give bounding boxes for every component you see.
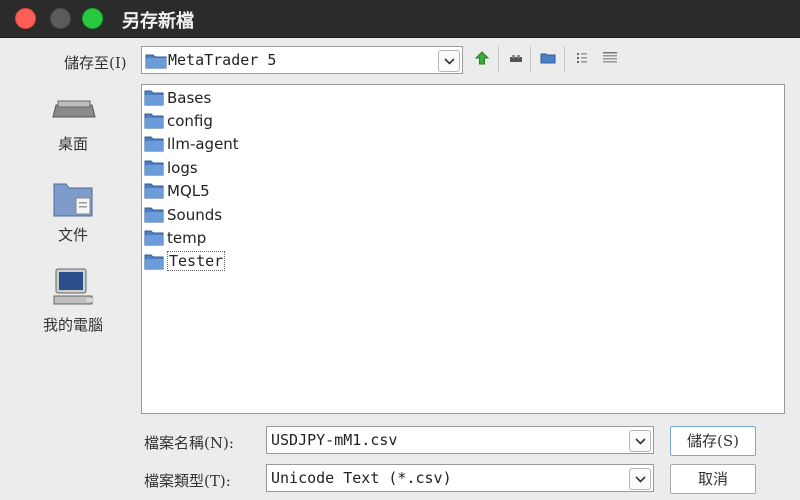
details-view-icon[interactable] [600,48,620,68]
documents-icon [52,180,94,222]
place-label: 我的電腦 [42,316,103,334]
list-view-icon[interactable] [572,48,592,68]
toolbar-separator [498,46,499,72]
file-name: llm-agent [167,135,239,153]
up-folder-icon[interactable] [472,48,492,68]
filename-value: USDJPY-mM1.csv [271,431,398,449]
file-name: logs [167,159,198,177]
close-window-button[interactable] [15,8,36,29]
folder-icon [144,206,164,227]
new-folder-icon[interactable] [538,48,558,68]
filename-dropdown-button[interactable] [629,430,651,452]
file-name: MQL5 [167,182,210,200]
chevron-down-icon [635,476,646,483]
place-computer[interactable]: 我的電腦 [30,268,116,334]
save-in-label: 儲存至(I) [64,54,127,72]
network-icon[interactable] [506,48,526,68]
filetype-label: 檔案類型(T): [144,472,231,490]
zoom-window-button[interactable] [82,8,103,29]
folder-icon [144,229,164,250]
chevron-down-icon [635,438,646,445]
file-name: config [167,112,213,130]
file-name: Tester [167,251,226,271]
filename-combo[interactable]: USDJPY-mM1.csv [266,426,654,454]
toolbar-separator [530,46,531,72]
save-in-value: MetaTrader 5 [168,51,277,69]
folder-icon [144,253,164,274]
save-button[interactable]: 儲存(S) [670,426,756,456]
cancel-button[interactable]: 取消 [670,464,756,494]
filetype-value: Unicode Text (*.csv) [271,469,452,487]
file-name: Sounds [167,206,223,224]
place-label: 桌面 [57,135,88,153]
window-title: 另存新檔 [122,11,194,32]
desktop-icon [52,95,96,127]
toolbar-separator [564,46,565,72]
file-list[interactable]: Bases config llm-agent logs MQL5 Sounds … [141,84,785,414]
file-name: Bases [167,89,212,107]
save-in-dropdown-button[interactable] [438,50,460,72]
minimize-window-button[interactable] [50,8,71,29]
filetype-combo[interactable]: Unicode Text (*.csv) [266,464,654,492]
folder-icon [145,52,167,73]
folder-icon [144,112,164,133]
place-documents[interactable]: 文件 [30,180,116,244]
place-label: 文件 [57,226,88,244]
folder-icon [144,182,164,203]
filetype-dropdown-button[interactable] [629,468,651,490]
folder-icon [144,135,164,156]
file-name: temp [167,229,207,247]
folder-icon [144,89,164,110]
filename-label: 檔案名稱(N): [144,434,234,452]
title-bar: 另存新檔 [0,0,800,38]
folder-icon [144,159,164,180]
computer-icon [52,268,96,314]
place-desktop[interactable]: 桌面 [30,95,116,157]
save-in-combo[interactable]: MetaTrader 5 [141,46,463,74]
chevron-down-icon [444,58,455,65]
